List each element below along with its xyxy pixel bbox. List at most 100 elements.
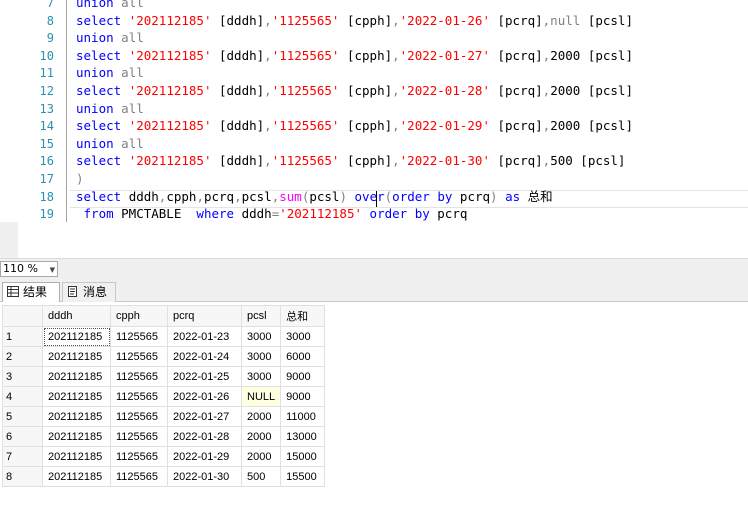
grid-cell[interactable]: NULL: [240, 386, 282, 407]
grid-cell[interactable]: 3000: [240, 346, 282, 367]
table-row[interactable]: 3 202112185 1125565 2022-01-25 3000 9000: [2, 366, 326, 387]
line-number: 10: [39, 48, 54, 63]
grid-cell[interactable]: 1125565: [110, 466, 168, 487]
column-header[interactable]: 总和: [280, 305, 326, 327]
grid-cell[interactable]: 2000: [240, 406, 282, 427]
grid-cell[interactable]: 202112185: [42, 406, 111, 427]
grid-cell[interactable]: 500: [240, 466, 282, 487]
code-line[interactable]: 17): [0, 170, 748, 188]
table-row[interactable]: 2 202112185 1125565 2022-01-24 3000 6000: [2, 346, 326, 367]
row-number[interactable]: 4: [2, 386, 43, 407]
column-header[interactable]: pcrq: [167, 305, 242, 327]
grid-cell[interactable]: 9000: [280, 366, 326, 387]
table-row[interactable]: 7 202112185 1125565 2022-01-29 2000 15000: [2, 446, 326, 467]
tab-results[interactable]: 结果: [2, 282, 60, 302]
table-row[interactable]: 8 202112185 1125565 2022-01-30 500 15500: [2, 466, 326, 487]
column-header[interactable]: cpph: [110, 305, 168, 327]
grid-cell[interactable]: 2000: [240, 426, 282, 447]
code-text: union all: [76, 29, 144, 47]
grid-cell[interactable]: 1125565: [110, 406, 168, 427]
table-row[interactable]: 5 202112185 1125565 2022-01-27 2000 11000: [2, 406, 326, 427]
code-token: ,: [392, 47, 400, 63]
code-line[interactable]: 12 select '202112185' [dddh],'1125565' [c…: [0, 82, 748, 100]
grid-cell[interactable]: 15500: [280, 466, 326, 487]
table-row[interactable]: 6 202112185 1125565 2022-01-28 2000 13000: [2, 426, 326, 447]
row-number[interactable]: 5: [2, 406, 43, 427]
code-line[interactable]: 14 select '202112185' [dddh],'1125565' [c…: [0, 117, 748, 135]
table-row[interactable]: 1 202112185 1125565 2022-01-23 3000 3000: [2, 326, 326, 347]
grid-cell[interactable]: 202112185: [42, 426, 111, 447]
code-token: select: [76, 188, 129, 204]
code-line[interactable]: 7 union all: [0, 0, 748, 12]
grid-cell[interactable]: 2022-01-25: [167, 366, 242, 387]
grid-cell[interactable]: 6000: [280, 346, 326, 367]
grid-cell[interactable]: 9000: [280, 386, 326, 407]
code-token: union: [76, 65, 114, 81]
zoom-dropdown[interactable]: 110 % ▼: [0, 261, 58, 277]
tab-messages[interactable]: 消息: [62, 282, 116, 302]
grid-cell[interactable]: 1125565: [110, 386, 168, 407]
row-number[interactable]: 1: [2, 326, 43, 347]
grid-cell[interactable]: 2022-01-28: [167, 426, 242, 447]
line-number: 12: [39, 84, 54, 98]
message-icon: [68, 286, 77, 297]
code-line[interactable]: 10 select '202112185' [dddh],'1125565' [c…: [0, 47, 748, 65]
row-number[interactable]: 6: [2, 426, 43, 447]
grid-cell[interactable]: 2022-01-26: [167, 386, 242, 407]
grid-cell[interactable]: 202112185: [42, 366, 111, 387]
code-line[interactable]: 19 from PMCTABLE where dddh='202112185' …: [0, 205, 748, 223]
line-number: 8: [46, 13, 54, 28]
code-line[interactable]: 9 union all: [0, 29, 748, 47]
chevron-down-icon[interactable]: ▼: [50, 263, 55, 277]
code-token: '202112185': [128, 118, 212, 134]
code-token: '2022-01-29': [399, 118, 490, 134]
grid-corner[interactable]: [2, 305, 43, 327]
grid-cell[interactable]: 2022-01-30: [167, 466, 242, 487]
code-token: dddh: [128, 188, 159, 204]
grid-cell[interactable]: 2022-01-27: [167, 406, 242, 427]
column-header[interactable]: pcsl: [240, 305, 282, 327]
code-line[interactable]: 11 union all: [0, 64, 748, 82]
row-number[interactable]: 8: [2, 466, 43, 487]
grid-cell[interactable]: 1125565: [110, 426, 168, 447]
row-number[interactable]: 2: [2, 346, 43, 367]
grid-cell[interactable]: 2022-01-23: [167, 326, 242, 347]
code-line[interactable]: 18 select dddh,cpph,pcrq,pcsl,sum(pcsl) o…: [0, 188, 748, 206]
grid-cell[interactable]: 15000: [280, 446, 326, 467]
code-token: union: [76, 0, 114, 10]
code-token: ,: [264, 153, 272, 169]
grid-cell[interactable]: 1125565: [110, 446, 168, 467]
grid-cell[interactable]: 202112185: [42, 446, 111, 467]
table-row[interactable]: 4 202112185 1125565 2022-01-26 NULL 9000: [2, 386, 326, 407]
code-token: ): [490, 188, 498, 204]
row-number[interactable]: 7: [2, 446, 43, 467]
code-line[interactable]: 15 union all: [0, 135, 748, 153]
results-grid[interactable]: dddh cpph pcrq pcsl 总和 1 202112185 1125565…: [2, 305, 326, 487]
code-token: [cpph]: [339, 118, 393, 134]
code-token: order by: [392, 188, 453, 204]
grid-cell[interactable]: 3000: [240, 326, 282, 347]
editor-empty-area[interactable]: [0, 222, 748, 258]
grid-cell[interactable]: 1125565: [110, 346, 168, 367]
code-token: '202112185': [279, 206, 363, 222]
grid-cell[interactable]: 2022-01-24: [167, 346, 242, 367]
grid-cell[interactable]: 11000: [280, 406, 326, 427]
grid-cell[interactable]: 3000: [280, 326, 326, 347]
grid-cell[interactable]: 1125565: [110, 326, 168, 347]
grid-cell[interactable]: 202112185: [42, 386, 111, 407]
grid-cell[interactable]: 1125565: [110, 366, 168, 387]
grid-cell[interactable]: 2022-01-29: [167, 446, 242, 467]
sql-editor[interactable]: 7 union all 8 select '202112185' [dddh],'11…: [0, 0, 748, 258]
grid-cell[interactable]: 202112185: [42, 346, 111, 367]
grid-cell[interactable]: 202112185: [42, 466, 111, 487]
code-line[interactable]: 16 select '202112185' [dddh],'1125565' [c…: [0, 152, 748, 170]
grid-cell[interactable]: 13000: [280, 426, 326, 447]
grid-cell[interactable]: 2000: [240, 446, 282, 467]
column-header[interactable]: dddh: [42, 305, 111, 327]
code-line[interactable]: 8 select '202112185' [dddh],'1125565' [cp…: [0, 12, 748, 30]
horizontal-scrollbar[interactable]: [60, 262, 748, 276]
grid-cell[interactable]: 3000: [240, 366, 282, 387]
row-number[interactable]: 3: [2, 366, 43, 387]
grid-cell[interactable]: 202112185: [42, 326, 111, 347]
code-line[interactable]: 13 union all: [0, 100, 748, 118]
